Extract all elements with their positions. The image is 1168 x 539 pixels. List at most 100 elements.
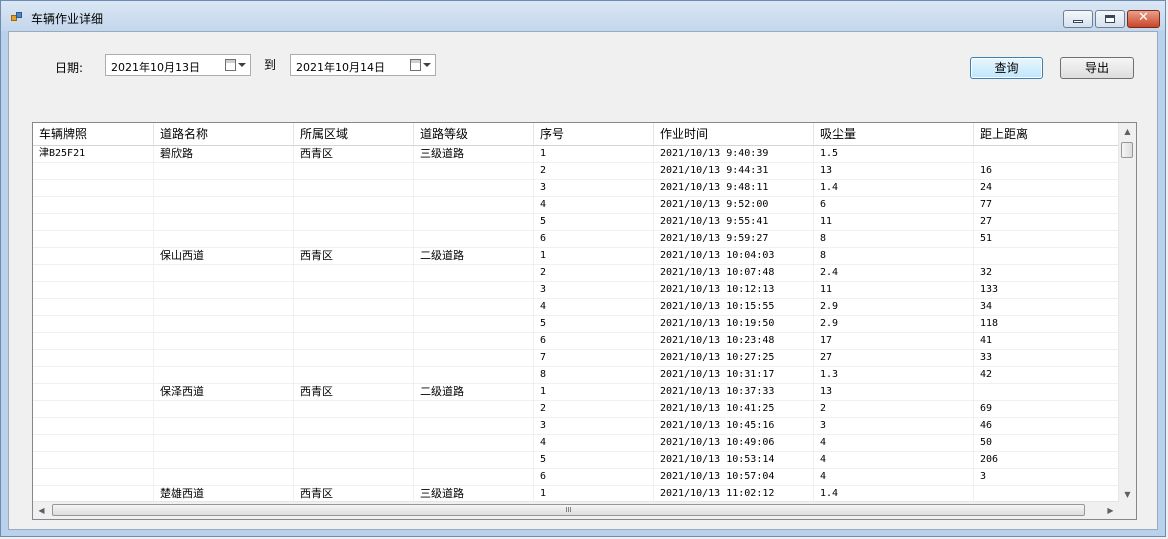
cell-plate[interactable] (33, 350, 154, 366)
cell-plate[interactable]: 津B25F21 (33, 146, 154, 162)
cell-dust-amount[interactable]: 11 (814, 282, 974, 298)
cell-dust-amount[interactable]: 13 (814, 384, 974, 400)
cell-district[interactable] (294, 180, 414, 196)
table-row[interactable]: 保山西道 西青区 二级道路 1 2021/10/13 10:04:03 8 (33, 248, 1119, 265)
cell-road-grade[interactable]: 三级道路 (414, 486, 534, 502)
cell-distance[interactable]: 3 (974, 469, 1119, 485)
table-row[interactable]: 3 2021/10/13 10:12:13 11 133 (33, 282, 1119, 299)
cell-seq[interactable]: 2 (534, 401, 654, 417)
cell-plate[interactable] (33, 435, 154, 451)
cell-work-time[interactable]: 2021/10/13 9:55:41 (654, 214, 814, 230)
cell-district[interactable] (294, 214, 414, 230)
table-row[interactable]: 8 2021/10/13 10:31:17 1.3 42 (33, 367, 1119, 384)
table-row[interactable]: 4 2021/10/13 10:49:06 4 50 (33, 435, 1119, 452)
table-row[interactable]: 2 2021/10/13 10:07:48 2.4 32 (33, 265, 1119, 282)
data-grid[interactable]: 车辆牌照 道路名称 所属区域 道路等级 序号 作业时间 吸尘量 距上距离 津B25F21 碧欣路… (32, 122, 1137, 520)
cell-district[interactable] (294, 401, 414, 417)
cell-road-name[interactable] (154, 299, 294, 315)
table-row[interactable]: 5 2021/10/13 9:55:41 11 27 (33, 214, 1119, 231)
cell-road-name[interactable]: 碧欣路 (154, 146, 294, 162)
maximize-button[interactable] (1095, 10, 1125, 28)
cell-district[interactable] (294, 299, 414, 315)
export-button[interactable]: 导出 (1060, 57, 1134, 79)
cell-plate[interactable] (33, 214, 154, 230)
cell-distance[interactable]: 32 (974, 265, 1119, 281)
dropdown-arrow-icon[interactable] (423, 63, 431, 67)
cell-district[interactable] (294, 350, 414, 366)
cell-distance[interactable]: 206 (974, 452, 1119, 468)
table-row[interactable]: 3 2021/10/13 10:45:16 3 46 (33, 418, 1119, 435)
cell-work-time[interactable]: 2021/10/13 9:48:11 (654, 180, 814, 196)
cell-district[interactable] (294, 197, 414, 213)
cell-seq[interactable]: 1 (534, 248, 654, 264)
cell-work-time[interactable]: 2021/10/13 10:49:06 (654, 435, 814, 451)
cell-district[interactable]: 西青区 (294, 486, 414, 502)
cell-seq[interactable]: 8 (534, 367, 654, 383)
cell-road-name[interactable] (154, 435, 294, 451)
table-row[interactable]: 3 2021/10/13 9:48:11 1.4 24 (33, 180, 1119, 197)
cell-distance[interactable] (974, 384, 1119, 400)
cell-distance[interactable] (974, 248, 1119, 264)
cell-seq[interactable]: 4 (534, 197, 654, 213)
dropdown-arrow-icon[interactable] (238, 63, 246, 67)
cell-plate[interactable] (33, 401, 154, 417)
cell-work-time[interactable]: 2021/10/13 10:31:17 (654, 367, 814, 383)
cell-dust-amount[interactable]: 2.9 (814, 299, 974, 315)
cell-district[interactable] (294, 469, 414, 485)
scroll-right-icon[interactable]: ▶ (1102, 502, 1119, 519)
cell-work-time[interactable]: 2021/10/13 10:53:14 (654, 452, 814, 468)
cell-road-name[interactable] (154, 197, 294, 213)
cell-road-grade[interactable] (414, 282, 534, 298)
table-row[interactable]: 7 2021/10/13 10:27:25 27 33 (33, 350, 1119, 367)
cell-plate[interactable] (33, 231, 154, 247)
start-date-picker[interactable]: 2021年10月13日 (105, 54, 251, 76)
cell-plate[interactable] (33, 282, 154, 298)
cell-road-grade[interactable] (414, 265, 534, 281)
column-header-road-grade[interactable]: 道路等级 (414, 123, 534, 145)
cell-plate[interactable] (33, 367, 154, 383)
cell-road-grade[interactable] (414, 180, 534, 196)
cell-road-name[interactable] (154, 469, 294, 485)
cell-plate[interactable] (33, 180, 154, 196)
cell-seq[interactable]: 7 (534, 350, 654, 366)
cell-district[interactable] (294, 231, 414, 247)
cell-distance[interactable]: 42 (974, 367, 1119, 383)
cell-seq[interactable]: 2 (534, 163, 654, 179)
cell-district[interactable]: 西青区 (294, 384, 414, 400)
calendar-icon[interactable] (225, 59, 236, 71)
table-row[interactable]: 津B25F21 碧欣路 西青区 三级道路 1 2021/10/13 9:40:39 1.5 (33, 146, 1119, 163)
cell-plate[interactable] (33, 418, 154, 434)
cell-road-grade[interactable]: 二级道路 (414, 248, 534, 264)
vertical-scroll-thumb[interactable] (1121, 142, 1133, 158)
cell-distance[interactable]: 41 (974, 333, 1119, 349)
cell-plate[interactable] (33, 486, 154, 502)
cell-distance[interactable]: 50 (974, 435, 1119, 451)
cell-seq[interactable]: 5 (534, 316, 654, 332)
cell-district[interactable] (294, 435, 414, 451)
cell-dust-amount[interactable]: 2 (814, 401, 974, 417)
cell-seq[interactable]: 5 (534, 452, 654, 468)
cell-road-name[interactable]: 保泽西道 (154, 384, 294, 400)
cell-dust-amount[interactable]: 13 (814, 163, 974, 179)
cell-plate[interactable] (33, 384, 154, 400)
table-row[interactable]: 4 2021/10/13 9:52:00 6 77 (33, 197, 1119, 214)
cell-work-time[interactable]: 2021/10/13 11:02:12 (654, 486, 814, 502)
horizontal-scroll-thumb[interactable]: III (52, 504, 1085, 516)
table-row[interactable]: 6 2021/10/13 10:23:48 17 41 (33, 333, 1119, 350)
cell-dust-amount[interactable]: 8 (814, 231, 974, 247)
cell-plate[interactable] (33, 265, 154, 281)
cell-road-grade[interactable] (414, 197, 534, 213)
cell-distance[interactable]: 118 (974, 316, 1119, 332)
cell-plate[interactable] (33, 452, 154, 468)
minimize-button[interactable] (1063, 10, 1093, 28)
cell-road-name[interactable] (154, 452, 294, 468)
cell-seq[interactable]: 4 (534, 299, 654, 315)
column-header-district[interactable]: 所属区域 (294, 123, 414, 145)
cell-work-time[interactable]: 2021/10/13 10:19:50 (654, 316, 814, 332)
cell-distance[interactable]: 77 (974, 197, 1119, 213)
cell-road-name[interactable] (154, 265, 294, 281)
cell-district[interactable] (294, 265, 414, 281)
cell-district[interactable] (294, 418, 414, 434)
cell-seq[interactable]: 3 (534, 180, 654, 196)
cell-road-name[interactable]: 楚雄西道 (154, 486, 294, 502)
